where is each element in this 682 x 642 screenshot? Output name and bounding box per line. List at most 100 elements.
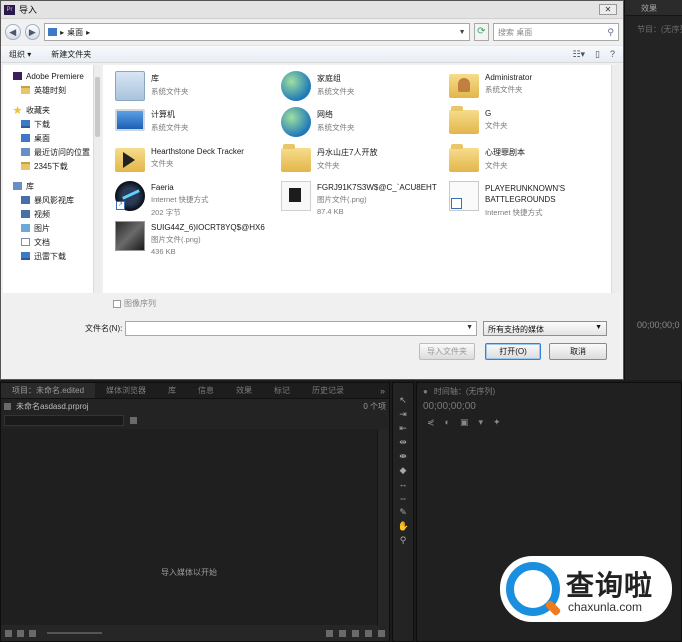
nav-item-desktop[interactable]: 桌面 [3,131,93,145]
linked-selection-icon[interactable]: ◐ [445,417,450,428]
settings-wrench-icon[interactable]: ✦ [493,417,501,428]
file-name: Faeria [151,183,174,192]
dialog-title-bar[interactable]: Pr 导入 ✕ [1,1,623,19]
tab-effects[interactable]: 效果 [225,383,263,398]
nav-item-hero-moments[interactable]: 英雄时刻 [3,83,93,97]
nav-item-baofeng-library[interactable]: 暴风影视库 [3,193,93,207]
file-item-pubg[interactable]: PLAYERUNKNOWN'S BATTLEGROUNDS Internet 快… [449,181,575,218]
selection-tool-icon[interactable]: ↖ [398,395,409,406]
file-item-psych-script[interactable]: 心理罪剧本 文件夹 [449,144,525,172]
address-arrow-2[interactable]: ▸ [86,28,90,37]
file-item-suig-png[interactable]: SUIG44Z_6)IOCRT8YQ$@HX6 图片文件(.png) 436 K… [115,221,265,256]
address-arrow[interactable]: ▸ [60,28,64,37]
slide-icon[interactable]: ⇔ [398,493,409,504]
hand-icon[interactable]: ✋ [398,521,409,532]
tab-project[interactable]: 项目：未命名.edited [1,383,96,398]
ripple-edit-icon[interactable]: ⇤ [398,423,409,434]
tabs-overflow-button[interactable]: » [380,386,389,396]
project-drop-area[interactable]: 导入媒体以开始 [1,429,377,625]
open-button[interactable]: 打开(O) [485,343,541,360]
zoom-slider[interactable] [47,632,102,634]
slip-icon[interactable]: ↔ [398,479,409,490]
lock-icon[interactable] [5,629,12,637]
file-item-danshui-villa[interactable]: 丹水山庄7人开放 文件夹 [281,144,377,172]
preview-pane-icon[interactable]: ▯ [595,49,600,60]
zoom-icon[interactable]: ⚲ [398,535,409,546]
tab-media-browser[interactable]: 媒体浏览器 [95,383,157,398]
nav-item-pictures[interactable]: 图片 [3,221,93,235]
import-folder-button[interactable]: 导入文件夹 [419,343,475,360]
file-item-network[interactable]: 网络 系统文件夹 [281,107,355,137]
nav-item-documents[interactable]: 文档 [3,235,93,249]
tab-markers[interactable]: 标记 [263,383,301,398]
project-search-input[interactable] [4,414,124,426]
refresh-button[interactable]: ⟳ [473,23,490,41]
search-input[interactable]: 搜索 桌面 ⚲ [493,23,619,41]
address-location[interactable]: 桌面 [67,27,83,38]
address-bar[interactable]: ▸ 桌面 ▸ ▼ [44,23,470,41]
new-item-icon[interactable] [365,629,372,637]
rolling-edit-icon[interactable]: ⇹ [398,437,409,448]
nav-item-libraries[interactable]: 库 [3,179,93,193]
forward-button[interactable]: ▶ [24,24,41,40]
file-item-computer[interactable]: 计算机 系统文件夹 [115,107,189,133]
navigation-scrollbar[interactable] [93,65,101,293]
snap-icon[interactable]: ⋞ [427,417,435,428]
tab-history[interactable]: 历史记录 [301,383,355,398]
close-button[interactable]: ✕ [599,4,617,15]
add-marker-icon[interactable]: ▣ [460,417,469,428]
filename-dropdown-icon[interactable]: ▼ [466,324,473,331]
timeline-title[interactable]: 时间轴：(无序列) [434,386,495,397]
automate-icon[interactable] [326,629,333,637]
help-icon[interactable]: ? [610,49,615,60]
file-item-hearthstone-deck-tracker[interactable]: Hearthstone Deck Tracker 文件夹 [115,145,244,172]
filename-input[interactable]: ▼ [125,321,477,336]
rate-stretch-icon[interactable]: ⇼ [398,451,409,462]
nav-item-favorites[interactable]: 收藏夹 [3,103,93,117]
tab-info[interactable]: 信息 [187,383,225,398]
file-item-g[interactable]: G 文件夹 [449,106,508,134]
icon-view-icon[interactable] [29,629,36,637]
nav-item-xunlei-downloads[interactable]: 迅雷下载 [3,249,93,263]
file-item-libraries[interactable]: 库 系统文件夹 [115,71,189,101]
find-icon[interactable] [339,629,346,637]
computer-icon [115,109,145,131]
tab-libraries[interactable]: 库 [157,383,187,398]
timeline-timecode[interactable]: 00;00;00;00 [417,401,681,412]
new-bin-icon[interactable] [130,416,137,424]
timeline-menu-icon[interactable]: ● [423,387,428,396]
new-bin-footer-icon[interactable] [352,629,359,637]
nav-item-videos[interactable]: 视频 [3,207,93,221]
marker-icon[interactable]: ▾ [479,417,484,428]
nav-item-2345-downloads[interactable]: 2345下载 [3,159,93,173]
organize-button[interactable]: 组织 ▾ [9,49,31,60]
pen-icon[interactable]: ✎ [398,507,409,518]
list-view-icon[interactable] [17,629,24,637]
back-button[interactable]: ◀ [5,24,21,40]
file-item-faeria[interactable]: ↗ Faeria Internet 快捷方式 202 字节 [115,181,209,218]
cancel-button[interactable]: 取消 [549,343,607,360]
image-sequence-option[interactable]: 图像序列 [113,298,156,309]
nav-item-adobe-premiere[interactable]: Adobe Premiere [3,69,93,83]
razor-icon[interactable]: ◆ [398,465,409,476]
address-dropdown-icon[interactable]: ▼ [459,29,466,36]
file-list-scrollbar[interactable] [611,65,621,293]
file-item-fgrj-png[interactable]: FGRJ91K7S3W$@C_`ACU8EHT 图片文件(.png) 87.4 … [281,181,437,216]
search-icon[interactable]: ⚲ [607,27,614,38]
file-item-homegroup[interactable]: 家庭组 系统文件夹 [281,71,355,101]
file-type-select[interactable]: 所有支持的媒体 ▼ [483,321,607,336]
trash-icon[interactable] [378,629,385,637]
nav-label: 暴风影视库 [34,195,74,205]
file-type: 系统文件夹 [151,87,189,96]
file-item-administrator[interactable]: Administrator 系统文件夹 [449,71,532,98]
track-select-icon[interactable]: ⇥ [398,409,409,420]
effects-tab[interactable]: 效果 [625,0,682,16]
nav-label: 2345下载 [34,161,68,171]
nav-item-downloads[interactable]: 下载 [3,117,93,131]
image-sequence-checkbox[interactable] [113,299,121,308]
view-options-icon[interactable]: ☷▾ [572,49,585,60]
new-folder-button[interactable]: 新建文件夹 [51,49,91,60]
project-scrollbar[interactable] [377,429,389,625]
scrollbar-thumb[interactable] [95,77,100,137]
nav-item-recent-places[interactable]: 最近访问的位置 [3,145,93,159]
